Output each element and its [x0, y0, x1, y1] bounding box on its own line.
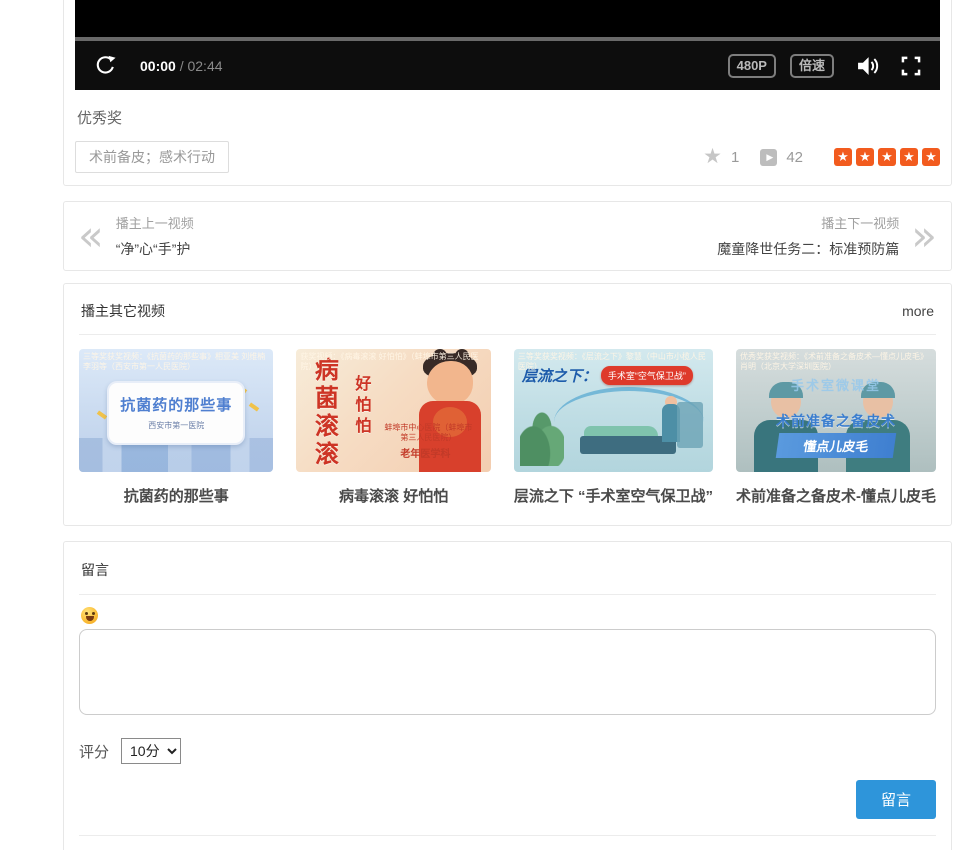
- rating-select[interactable]: 10分: [121, 738, 181, 764]
- next-video-link[interactable]: 播主下一视频 魔童降世任务二：标准预防篇: [717, 213, 899, 259]
- thumbnail-sign: 抗菌药的那些事 西安市第一医院: [107, 381, 245, 445]
- star-icon: ★: [878, 148, 896, 166]
- video-thumbnail-1[interactable]: 三等奖获奖视频：《抗菌药的那些事》相亚美 刘维楠 李羽等（西安市第一人民医院） …: [79, 349, 273, 472]
- thumbnail-caption: 三等奖获奖视频：《抗菌药的那些事》相亚美 刘维楠 李羽等（西安市第一人民医院）: [83, 352, 269, 372]
- emoji-picker-icon[interactable]: [81, 607, 98, 624]
- thumbnail-dept-text: 老年医学科: [400, 445, 450, 460]
- comments-card: 留言 评分 10分 留言: [63, 541, 952, 850]
- next-video-title[interactable]: 魔童降世任务二：标准预防篇: [717, 239, 899, 259]
- thumbnail-sign-subtext: 西安市第一医院: [148, 420, 204, 431]
- prev-video-label: 播主上一视频: [116, 213, 194, 232]
- star-icon: ★: [856, 148, 874, 166]
- video-player[interactable]: 00:00 / 02:44 480P 倍速: [75, 0, 940, 90]
- plant-art: [520, 404, 564, 466]
- video-tag[interactable]: 术前备皮；感术行动: [75, 141, 229, 173]
- rating-row: 评分 10分: [79, 738, 936, 764]
- video-item-title[interactable]: 层流之下 “手术室空气保卫战”: [514, 485, 713, 506]
- view-count: 42: [786, 149, 803, 166]
- video-item-title[interactable]: 术前准备之备皮术-懂点儿皮毛: [736, 485, 936, 506]
- star-icon: ★: [922, 148, 940, 166]
- video-item-4[interactable]: 优秀奖获奖视频：《术前准备之备皮术—懂点儿皮毛》肖明（北京大学深圳医院） 手术室…: [736, 349, 936, 525]
- more-link[interactable]: more: [902, 303, 934, 319]
- video-title: 优秀奖: [75, 107, 940, 128]
- video-stats: ★ 1 ▶ 42 ★★★★★: [703, 147, 940, 167]
- video-meta-row: 术前备皮；感术行动 ★ 1 ▶ 42 ★★★★★: [75, 141, 940, 173]
- favorite-icon[interactable]: ★: [703, 147, 722, 167]
- page: 00:00 / 02:44 480P 倍速: [63, 0, 952, 850]
- video-item-2[interactable]: 获奖视频：《病毒滚滚 好怕怕》（蚌埠市第三人民医院） 病菌滚滚 好怕怕 蚌埠市中…: [296, 349, 490, 525]
- thumbnail-sign-text: 抗菌药的那些事: [120, 394, 232, 415]
- video-card: 00:00 / 02:44 480P 倍速: [63, 0, 952, 186]
- current-time: 00:00: [140, 58, 176, 74]
- thumbnail-overlay-text: 术前准备之备皮术: [736, 411, 936, 431]
- video-item-3[interactable]: 三等奖获奖视频：《层流之下》黎慧（中山市小榄人民医院） 层流之下： 手术室“空气…: [514, 349, 713, 525]
- fullscreen-icon[interactable]: [900, 55, 922, 77]
- video-item-1[interactable]: 三等奖获奖视频：《抗菌药的那些事》相亚美 刘维楠 李羽等（西安市第一人民医院） …: [79, 349, 273, 525]
- thumbnail-banner: 懂点儿皮毛: [776, 433, 897, 458]
- replay-icon[interactable]: [93, 53, 118, 78]
- submit-row: 留言: [79, 780, 936, 836]
- video-rating-stars[interactable]: ★★★★★: [834, 148, 940, 166]
- video-item-title[interactable]: 病毒滚滚 好怕怕: [296, 485, 490, 506]
- comments-header: 留言: [79, 542, 936, 595]
- thumbnail-vertical-text: 好怕怕: [348, 375, 372, 438]
- other-videos-card: 播主其它视频 more 三等奖获奖视频：《抗菌药的那些事》相亚美 刘维楠 李羽等…: [63, 283, 952, 526]
- next-chevron-icon[interactable]: »: [911, 217, 937, 255]
- other-videos-title: 播主其它视频: [81, 301, 165, 321]
- star-icon: ★: [834, 148, 852, 166]
- play-count-icon: ▶: [760, 149, 777, 166]
- thumbnail-overlay-text: 手术室微课堂: [736, 375, 936, 394]
- thumbnail-caption: 三等奖获奖视频：《层流之下》黎慧（中山市小榄人民医院）: [518, 352, 709, 372]
- video-thumbnail-3[interactable]: 三等奖获奖视频：《层流之下》黎慧（中山市小榄人民医院） 层流之下： 手术室“空气…: [514, 349, 713, 472]
- player-controls: 00:00 / 02:44 480P 倍速: [75, 41, 940, 90]
- quality-button[interactable]: 480P: [728, 54, 776, 78]
- thumbnail-vertical-text: 病菌滚滚: [306, 357, 341, 469]
- thumbnail-caption: 获奖视频：《病毒滚滚 好怕怕》（蚌埠市第三人民医院）: [300, 352, 486, 372]
- video-item-title[interactable]: 抗菌药的那些事: [79, 485, 273, 506]
- next-video-label: 播主下一视频: [717, 213, 899, 232]
- favorite-count: 1: [731, 149, 739, 166]
- video-screen[interactable]: [75, 0, 940, 37]
- volume-icon[interactable]: [854, 53, 880, 79]
- speed-button[interactable]: 倍速: [790, 54, 834, 78]
- duration: 02:44: [187, 58, 222, 74]
- submit-comment-button[interactable]: 留言: [856, 780, 936, 819]
- thumbnail-caption: 优秀奖获奖视频：《术前准备之备皮术—懂点儿皮毛》肖明（北京大学深圳医院）: [740, 352, 932, 372]
- prev-next-card: « 播主上一视频 “净”心“手”护 播主下一视频 魔童降世任务二：标准预防篇 »: [63, 201, 952, 271]
- comment-input[interactable]: [79, 629, 936, 715]
- video-thumbnail-4[interactable]: 优秀奖获奖视频：《术前准备之备皮术—懂点儿皮毛》肖明（北京大学深圳医院） 手术室…: [736, 349, 936, 472]
- prev-chevron-icon[interactable]: «: [78, 217, 104, 255]
- rating-label: 评分: [79, 741, 109, 762]
- thumbnail-hospital-text: 蚌埠市中心医院（蚌埠市第三人民医院）: [382, 423, 474, 443]
- time-display: 00:00 / 02:44: [140, 58, 223, 74]
- video-thumbnail-2[interactable]: 获奖视频：《病毒滚滚 好怕怕》（蚌埠市第三人民医院） 病菌滚滚 好怕怕 蚌埠市中…: [296, 349, 490, 472]
- thumbnail-grid: 三等奖获奖视频：《抗菌药的那些事》相亚美 刘维楠 李羽等（西安市第一人民医院） …: [79, 349, 936, 525]
- prev-video-link[interactable]: 播主上一视频 “净”心“手”护: [116, 213, 194, 259]
- other-videos-header: 播主其它视频 more: [79, 284, 936, 335]
- prev-video-title[interactable]: “净”心“手”护: [116, 239, 194, 259]
- star-icon: ★: [900, 148, 918, 166]
